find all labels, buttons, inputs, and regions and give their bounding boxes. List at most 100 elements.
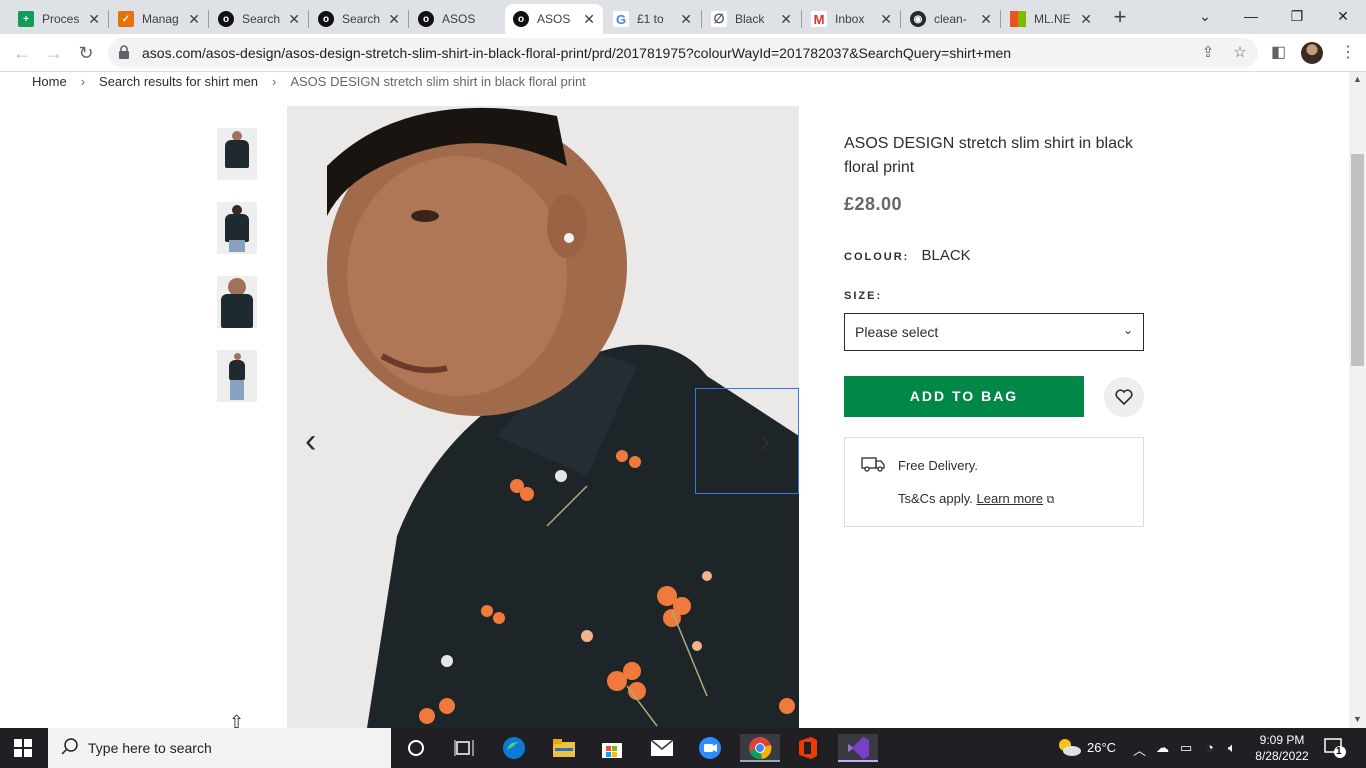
task-view-icon[interactable] — [444, 734, 484, 762]
link-icon: ∅ — [711, 11, 727, 27]
address-bar[interactable]: asos.com/asos-design/asos-design-stretch… — [108, 38, 1258, 68]
gmail-icon: M — [811, 11, 827, 27]
tab-black[interactable]: ∅ Black ✕ — [703, 4, 800, 34]
zoom-focus-box — [695, 388, 799, 494]
cortana-icon[interactable] — [396, 734, 436, 762]
clock-date: 8/28/2022 — [1255, 749, 1309, 763]
product-title: ASOS DESIGN stretch slim shirt in black … — [844, 135, 1133, 176]
tab-google[interactable]: G £1 to ✕ — [605, 4, 700, 34]
thumbnail-1[interactable] — [217, 128, 257, 180]
tab-asos-active[interactable]: o ASOS ✕ — [505, 4, 603, 34]
forward-button[interactable]: → — [42, 41, 66, 65]
page-scrollbar[interactable]: ▲ ▼ — [1349, 72, 1366, 728]
taskbar-search-box[interactable]: Type here to search — [48, 728, 391, 768]
new-tab-button[interactable]: + — [1108, 4, 1132, 30]
sheets-icon: + — [18, 11, 34, 27]
microsoft-icon — [1010, 11, 1026, 27]
profile-avatar[interactable] — [1301, 42, 1323, 64]
tab-search-1[interactable]: o Search ✕ — [210, 4, 308, 34]
edge-icon[interactable] — [494, 734, 534, 762]
learn-more-link[interactable]: Learn more — [977, 491, 1043, 506]
browser-toolbar: ← → ↻ asos.com/asos-design/asos-design-s… — [0, 34, 1366, 72]
close-icon[interactable]: ✕ — [88, 11, 100, 28]
github-icon: ◉ — [910, 11, 926, 27]
scroll-down-arrow-icon[interactable]: ▼ — [1353, 714, 1362, 724]
thumbnail-4[interactable] — [217, 350, 257, 402]
bookmark-star-icon[interactable]: ☆ — [1230, 43, 1250, 61]
taskbar-search-placeholder: Type here to search — [88, 740, 212, 756]
tab-inbox[interactable]: M Inbox ✕ — [803, 4, 900, 34]
minimize-button[interactable]: — — [1228, 2, 1274, 30]
thumbnail-2[interactable] — [217, 202, 257, 254]
share-icon[interactable]: ⇪ — [1198, 43, 1218, 61]
windows-start-icon[interactable] — [14, 739, 32, 757]
chevron-up-icon[interactable]: ︿ — [1133, 740, 1146, 759]
file-explorer-icon[interactable] — [544, 734, 584, 762]
mail-icon[interactable] — [642, 734, 682, 762]
tab-github[interactable]: ◉ clean- ✕ — [902, 4, 1000, 34]
check-icon: ✓ — [118, 11, 134, 27]
close-icon[interactable]: ✕ — [1080, 11, 1092, 28]
tab-processes[interactable]: + Proces ✕ — [10, 4, 108, 34]
breadcrumb-search[interactable]: Search results for shirt men — [99, 74, 258, 89]
size-select-value: Please select — [855, 324, 939, 340]
system-clock[interactable]: 9:09 PM 8/28/2022 — [1254, 732, 1310, 764]
side-panel-icon[interactable]: ◧ — [1271, 42, 1286, 62]
weather-temperature[interactable]: 26°C — [1087, 740, 1116, 755]
product-main-image[interactable]: ‹ › — [287, 106, 799, 728]
close-icon[interactable]: ✕ — [188, 11, 200, 28]
close-icon[interactable]: ✕ — [583, 11, 595, 28]
chevron-down-icon: ⌄ — [1122, 323, 1133, 337]
close-icon[interactable]: ✕ — [388, 11, 400, 28]
breadcrumb-home[interactable]: Home — [32, 74, 67, 89]
scroll-up-arrow-icon[interactable]: ▲ — [1353, 74, 1362, 84]
close-icon[interactable]: ✕ — [288, 11, 300, 28]
tab-mlnet[interactable]: ML.NE ✕ — [1002, 4, 1100, 34]
onedrive-cloud-icon[interactable]: ☁ — [1156, 740, 1169, 756]
chevron-right-icon: › — [80, 74, 86, 89]
close-icon[interactable]: ✕ — [880, 11, 892, 28]
tab-search-chevron-icon[interactable]: ⌄ — [1182, 2, 1228, 30]
delivery-title: Free Delivery. — [898, 458, 978, 473]
previous-image-arrow-icon[interactable]: ‹ — [305, 422, 316, 461]
tab-search-2[interactable]: o Search ✕ — [310, 4, 408, 34]
close-icon[interactable]: ✕ — [980, 11, 992, 28]
back-button[interactable]: ← — [10, 41, 34, 65]
asos-icon: o — [418, 11, 434, 27]
window-close-button[interactable]: ✕ — [1320, 2, 1366, 30]
asos-icon: o — [218, 11, 234, 27]
notification-center-icon[interactable] — [1324, 738, 1346, 761]
restore-button[interactable]: ❐ — [1274, 2, 1320, 30]
clock-time: 9:09 PM — [1259, 733, 1305, 747]
chrome-icon[interactable] — [740, 734, 780, 762]
browser-tab-strip: + Proces ✕ ✓ Manag ✕ o Search ✕ o Search… — [0, 0, 1366, 34]
weather-icon[interactable] — [1056, 736, 1082, 761]
product-info: ASOS DESIGN stretch slim shirt in black … — [844, 132, 1144, 527]
close-icon[interactable]: ✕ — [680, 11, 692, 28]
scrollbar-thumb[interactable] — [1351, 154, 1364, 366]
url-text[interactable]: asos.com/asos-design/asos-design-stretch… — [142, 45, 1011, 61]
heart-icon — [1115, 389, 1133, 406]
add-to-bag-button[interactable]: ADD TO BAG — [844, 376, 1084, 417]
wifi-icon[interactable]: ◔ — [1206, 740, 1214, 755]
size-label: SIZE: — [844, 290, 883, 302]
delivery-terms-row: Ts&Cs apply. Learn more ⧉ — [898, 491, 1055, 507]
size-select[interactable]: Please select ⌄ — [844, 313, 1144, 351]
speaker-muted-icon[interactable]: 🔈︎ — [1228, 740, 1236, 756]
delivery-terms: Ts&Cs apply. — [898, 491, 973, 506]
office-icon[interactable] — [788, 734, 828, 762]
tab-asos-1[interactable]: o ASOS — [410, 4, 505, 34]
delivery-box: Free Delivery. Ts&Cs apply. Learn more ⧉ — [844, 437, 1144, 527]
zoom-icon[interactable] — [690, 734, 730, 762]
product-thumbnails — [217, 128, 257, 424]
battery-icon[interactable]: ▭ — [1180, 740, 1192, 756]
menu-kebab-icon[interactable]: ⋮ — [1340, 42, 1356, 62]
add-row: ADD TO BAG — [844, 376, 1144, 417]
thumbnail-3[interactable] — [217, 276, 257, 328]
visual-studio-icon[interactable] — [838, 734, 878, 762]
store-icon[interactable] — [592, 734, 632, 762]
tab-manage[interactable]: ✓ Manag ✕ — [110, 4, 208, 34]
wishlist-heart-button[interactable] — [1104, 377, 1144, 417]
reload-button[interactable]: ↻ — [74, 41, 98, 65]
close-icon[interactable]: ✕ — [780, 11, 792, 28]
